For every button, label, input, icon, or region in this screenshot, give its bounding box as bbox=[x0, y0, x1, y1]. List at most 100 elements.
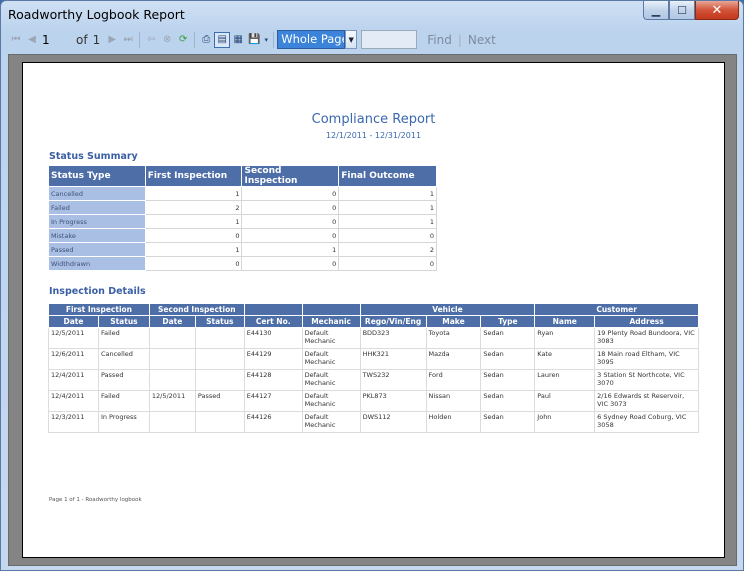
table-row: 12/4/2011 Failed 12/5/2011 Passed E44127 Defa… bbox=[48, 390, 699, 412]
summary-row: Widthdrawn 0 0 0 bbox=[48, 256, 437, 271]
zoom-select[interactable]: Whole Page bbox=[277, 30, 346, 49]
details-cell: In Progress bbox=[97, 411, 150, 433]
find-link[interactable]: Find bbox=[427, 33, 452, 47]
report-window: Roadworthy Logbook Report ▁ ☐ ✕ ⏮ ◀ of 1… bbox=[0, 0, 744, 571]
report-page: Compliance Report 12/1/2011 - 12/31/2011… bbox=[22, 62, 725, 558]
details-column-header: Status bbox=[194, 315, 245, 328]
details-column-header: Mechanic bbox=[301, 315, 361, 328]
details-cell: Default Mechanic bbox=[301, 327, 361, 349]
summary-count: 1 bbox=[144, 214, 243, 229]
minimize-button[interactable]: ▁ bbox=[643, 1, 669, 20]
details-cell: E44130 bbox=[243, 327, 303, 349]
summary-count: 0 bbox=[144, 256, 243, 271]
print-icon[interactable]: ⎙ bbox=[198, 32, 214, 48]
details-column-header: Date bbox=[48, 315, 99, 328]
summary-count: 0 bbox=[338, 256, 437, 271]
details-column-header: Make bbox=[425, 315, 482, 328]
next-page-icon[interactable]: ▶ bbox=[104, 32, 120, 48]
summary-row: Failed 2 0 1 bbox=[48, 200, 437, 215]
summary-row: Passed 1 1 2 bbox=[48, 242, 437, 257]
details-cell: John bbox=[534, 411, 596, 433]
summary-header: Status Type bbox=[48, 165, 146, 187]
summary-count: 0 bbox=[241, 256, 340, 271]
report-date-range: 12/1/2011 - 12/31/2011 bbox=[325, 131, 422, 140]
summary-header: Second Inspection bbox=[241, 165, 340, 187]
status-summary-heading: Status Summary bbox=[49, 151, 138, 162]
details-group-header-row: First Inspection Second Inspection Vehic… bbox=[48, 303, 699, 316]
details-column-header: Name bbox=[534, 315, 596, 328]
zoom-dropdown-arrow[interactable]: ▼ bbox=[345, 30, 358, 49]
group-header-blank bbox=[301, 303, 361, 316]
first-page-icon[interactable]: ⏮ bbox=[8, 32, 24, 48]
summary-header: First Inspection bbox=[144, 165, 243, 187]
summary-row: Cancelled 1 0 1 bbox=[48, 186, 437, 201]
details-body: 12/5/2011 Failed E44130 Default Mechanic BDD… bbox=[48, 327, 699, 433]
details-cell: Passed bbox=[194, 390, 245, 412]
details-cell bbox=[194, 348, 245, 370]
details-cell: 12/5/2011 bbox=[148, 390, 196, 412]
title-bar[interactable]: Roadworthy Logbook Report ▁ ☐ ✕ bbox=[1, 1, 743, 27]
summary-status-type: Mistake bbox=[48, 228, 146, 243]
page-setup-icon[interactable]: ▦ bbox=[230, 32, 246, 48]
details-cell: 12/6/2011 bbox=[48, 348, 99, 370]
details-cell bbox=[148, 327, 196, 349]
details-cell: Sedan bbox=[480, 327, 536, 349]
details-cell: Ford bbox=[425, 369, 482, 391]
details-cell: Kate bbox=[534, 348, 596, 370]
details-cell: Paul bbox=[534, 390, 596, 412]
details-cell: Sedan bbox=[480, 411, 536, 433]
refresh-icon[interactable]: ⟳ bbox=[175, 32, 191, 48]
table-row: 12/5/2011 Failed E44130 Default Mechanic BDD… bbox=[48, 327, 699, 349]
summary-status-type: Cancelled bbox=[48, 186, 146, 201]
summary-body: Cancelled 1 0 1 Failed 2 0 1 In Progress 1 0 1 Mista… bbox=[48, 186, 437, 271]
details-cell: E44129 bbox=[243, 348, 303, 370]
table-row: 12/3/2011 In Progress E44126 Default Mechan… bbox=[48, 411, 699, 433]
print-layout-icon[interactable]: ▤ bbox=[214, 31, 231, 48]
details-cell bbox=[194, 369, 245, 391]
details-cell: Passed bbox=[97, 369, 150, 391]
group-header-customer: Customer bbox=[534, 303, 699, 316]
page-footer: Page 1 of 1 - Roadworthy logbook bbox=[49, 497, 142, 503]
current-page-input[interactable] bbox=[40, 30, 70, 49]
details-header-row: Date Status Date Status Cert No. Mechanic Rego… bbox=[48, 315, 699, 328]
find-input[interactable] bbox=[361, 30, 418, 49]
details-cell: Holden bbox=[425, 411, 482, 433]
summary-status-type: Widthdrawn bbox=[48, 256, 146, 271]
summary-count: 1 bbox=[338, 200, 437, 215]
group-header-first-inspection: First Inspection bbox=[48, 303, 150, 316]
group-header-blank bbox=[243, 303, 303, 316]
details-cell bbox=[148, 369, 196, 391]
export-dropdown-icon[interactable]: ▾ bbox=[262, 32, 270, 48]
details-column-header: Date bbox=[148, 315, 196, 328]
summary-status-type: In Progress bbox=[48, 214, 146, 229]
next-link[interactable]: Next bbox=[468, 33, 496, 47]
find-separator: | bbox=[457, 32, 462, 47]
summary-count: 0 bbox=[241, 214, 340, 229]
details-cell: DWS112 bbox=[359, 411, 427, 433]
summary-count: 0 bbox=[241, 186, 340, 201]
maximize-button[interactable]: ☐ bbox=[669, 1, 695, 20]
last-page-icon[interactable]: ⏭ bbox=[120, 32, 136, 48]
details-cell: Nissan bbox=[425, 390, 482, 412]
details-cell: BDD323 bbox=[359, 327, 427, 349]
report-viewer[interactable]: Compliance Report 12/1/2011 - 12/31/2011… bbox=[8, 54, 737, 566]
details-cell: 6 Sydney Road Coburg, VIC 3058 bbox=[594, 411, 699, 433]
export-icon[interactable]: 💾 bbox=[246, 32, 262, 48]
summary-count: 0 bbox=[241, 200, 340, 215]
stop-icon[interactable]: ⊗ bbox=[159, 32, 175, 48]
previous-page-icon[interactable]: ◀ bbox=[24, 32, 40, 48]
details-cell: E44126 bbox=[243, 411, 303, 433]
details-column-header: Cert No. bbox=[243, 315, 303, 328]
details-cell: Default Mechanic bbox=[301, 390, 361, 412]
back-icon[interactable]: ⇦ bbox=[143, 32, 159, 48]
close-button[interactable]: ✕ bbox=[695, 1, 739, 20]
summary-status-type: Failed bbox=[48, 200, 146, 215]
summary-count: 1 bbox=[144, 186, 243, 201]
summary-count: 1 bbox=[144, 242, 243, 257]
toolbar-separator bbox=[194, 31, 196, 48]
inspection-details-heading: Inspection Details bbox=[49, 286, 146, 297]
details-cell: Sedan bbox=[480, 369, 536, 391]
details-cell: Failed bbox=[97, 327, 150, 349]
summary-row: In Progress 1 0 1 bbox=[48, 214, 437, 229]
summary-status-type: Passed bbox=[48, 242, 146, 257]
